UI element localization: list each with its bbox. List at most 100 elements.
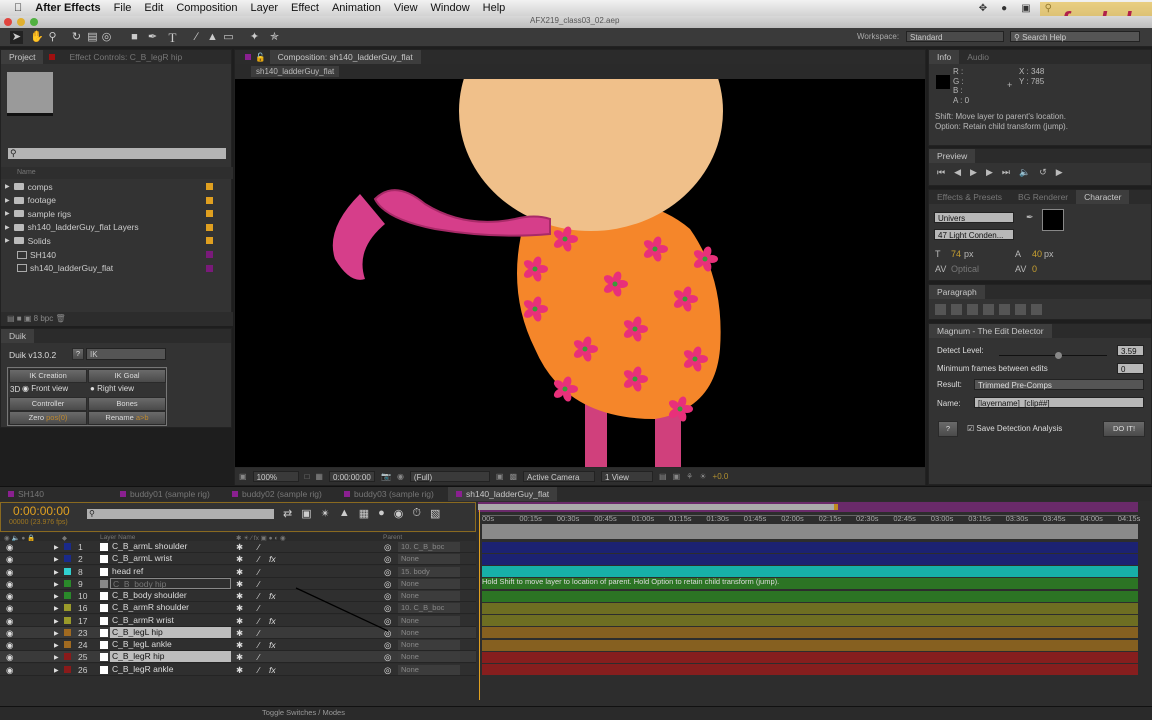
pen-tool-icon[interactable]: ✒: [146, 31, 159, 44]
timeline-tab[interactable]: buddy02 (sample rig): [224, 487, 336, 501]
label-color[interactable]: [206, 251, 213, 258]
next-frame-icon[interactable]: ▶: [986, 167, 993, 178]
comp-viewer-canvas[interactable]: [235, 79, 925, 467]
shy-switch-icon[interactable]: ✱: [236, 567, 243, 578]
label-color[interactable]: [64, 665, 71, 673]
parent-dropdown[interactable]: None: [398, 664, 460, 675]
workspace-dropdown[interactable]: Standard: [906, 31, 1004, 42]
timeline-tab[interactable]: sh140_ladderGuy_flat: [448, 487, 558, 501]
fast-previews-icon[interactable]: ▣: [496, 472, 504, 481]
twirl-triangle-icon[interactable]: ▶: [54, 581, 59, 588]
shy-switch-icon[interactable]: ✱: [236, 542, 243, 553]
justify-right-icon[interactable]: [1015, 304, 1026, 315]
shy-switch-icon[interactable]: ✱: [236, 640, 243, 651]
minimize-window-button[interactable]: [17, 18, 25, 26]
parent-dropdown[interactable]: None: [398, 640, 460, 650]
layer-duration-bar[interactable]: [482, 602, 1138, 614]
visibility-eye-icon[interactable]: ◉: [6, 579, 13, 590]
new-folder-icon[interactable]: ■: [17, 314, 22, 323]
quality-switch-icon[interactable]: ∕: [258, 628, 259, 638]
effect-switch-icon[interactable]: fx: [269, 554, 276, 564]
layer-duration-bar[interactable]: [482, 590, 1138, 602]
twirl-triangle-icon[interactable]: ▶: [54, 569, 59, 576]
quality-switch-icon[interactable]: ∕: [258, 542, 259, 552]
toggle-switches-modes-button[interactable]: Toggle Switches / Modes: [262, 708, 345, 717]
selection-tool-icon[interactable]: ➤: [10, 31, 23, 44]
visibility-eye-icon[interactable]: ◉: [6, 591, 13, 602]
layer-row[interactable]: ◉ ▶ 2 C_B_armL wrist ✱ ∕ fx ◎ None: [0, 553, 476, 566]
timeline-search-input[interactable]: ⚲: [87, 509, 274, 519]
first-frame-icon[interactable]: ⏮: [937, 167, 945, 178]
right-view-radio[interactable]: ● Right view: [90, 384, 134, 393]
kerning-value[interactable]: Optical: [951, 264, 979, 274]
label-color[interactable]: [206, 183, 213, 190]
twirl-triangle-icon[interactable]: ▶: [54, 667, 59, 674]
label-color[interactable]: [64, 567, 71, 575]
label-color[interactable]: [64, 653, 71, 661]
shy-switch-icon[interactable]: ✱: [236, 579, 243, 590]
visibility-eye-icon[interactable]: ◉: [6, 603, 13, 614]
tab-preview[interactable]: Preview: [929, 149, 976, 163]
layer-duration-bar[interactable]: [482, 541, 1138, 553]
effect-switch-icon[interactable]: fx: [269, 665, 276, 675]
justify-all-icon[interactable]: [1031, 304, 1042, 315]
roto-brush-tool-icon[interactable]: ✦: [248, 31, 261, 44]
ram-preview-icon[interactable]: ▶: [1056, 167, 1063, 178]
flowchart-icon[interactable]: ⚘: [686, 472, 693, 481]
time-navigator[interactable]: [482, 524, 1138, 539]
column-layer-name[interactable]: Layer Name: [100, 534, 135, 541]
label-color[interactable]: [64, 616, 71, 624]
parent-dropdown[interactable]: 15. body: [398, 566, 460, 577]
shy-switch-icon[interactable]: ✱: [236, 591, 243, 602]
pickwhip-icon[interactable]: ◎: [384, 628, 391, 639]
transparency-grid-icon[interactable]: ▩: [509, 472, 517, 481]
eraser-tool-icon[interactable]: ▭: [222, 31, 235, 44]
label-color[interactable]: [206, 264, 213, 272]
twirl-triangle-icon[interactable]: ▶: [54, 654, 59, 661]
type-tool-icon[interactable]: T: [166, 31, 179, 44]
project-item[interactable]: ▶ sh140_ladderGuy_flat Layers: [1, 221, 219, 234]
layer-duration-bar[interactable]: [482, 615, 1138, 626]
rename-button[interactable]: Rename a>b: [88, 411, 166, 425]
interpret-footage-icon[interactable]: ▤: [7, 314, 15, 323]
tab-character[interactable]: Character: [1076, 190, 1130, 204]
shy-switch-icon[interactable]: ✱: [236, 554, 243, 565]
loop-icon[interactable]: ↺: [1039, 167, 1047, 178]
layer-name[interactable]: C_B_legR ankle: [110, 664, 231, 675]
pickwhip-icon[interactable]: ◎: [384, 616, 391, 627]
visibility-eye-icon[interactable]: ◉: [6, 554, 13, 565]
twirl-triangle-icon[interactable]: ▶: [54, 618, 59, 625]
pickwhip-icon[interactable]: ◎: [384, 603, 391, 614]
controller-button[interactable]: Controller: [9, 397, 87, 411]
magnum-help-button[interactable]: ?: [938, 421, 958, 437]
parent-dropdown[interactable]: None: [398, 578, 460, 589]
project-item[interactable]: ▶ sample rigs: [1, 207, 219, 220]
trash-icon[interactable]: 🗑: [55, 314, 65, 323]
shy-switch-icon[interactable]: ✱: [236, 628, 243, 639]
region-of-interest-icon[interactable]: ▦: [315, 472, 323, 481]
menu-layer[interactable]: Layer: [251, 2, 279, 14]
quality-switch-icon[interactable]: ∕: [258, 567, 259, 577]
color-channels-icon[interactable]: ◉: [397, 472, 404, 481]
stopwatch-icon[interactable]: ⏱: [412, 507, 421, 520]
pickwhip-icon[interactable]: ◎: [384, 542, 391, 553]
menu-edit[interactable]: Edit: [144, 2, 163, 14]
resolution-dropdown[interactable]: (Full): [409, 471, 490, 482]
layer-row[interactable]: ◉ ▶ 1 C_B_armL shoulder ✱ ∕ ◎ 10. C_B_boc: [0, 541, 476, 553]
status-icon[interactable]: ▣: [1021, 3, 1030, 14]
quality-switch-icon[interactable]: ∕: [258, 603, 259, 613]
menu-window[interactable]: Window: [431, 2, 470, 14]
visibility-eye-icon[interactable]: ◉: [6, 542, 13, 553]
tab-effects-presets[interactable]: Effects & Presets: [929, 190, 1010, 204]
disclosure-triangle-icon[interactable]: ▶: [5, 210, 10, 217]
work-area-bar[interactable]: [478, 502, 1138, 512]
pickwhip-icon[interactable]: ◎: [384, 640, 391, 651]
live-update-icon[interactable]: ▣: [301, 507, 311, 520]
layer-row[interactable]: ◉ ▶ 25 C_B_legR hip ✱ ∕ ◎ None: [0, 651, 476, 664]
tab-duik[interactable]: Duik: [1, 329, 35, 343]
twirl-triangle-icon[interactable]: ▶: [54, 605, 59, 612]
layer-row[interactable]: ◉ ▶ 8 head ref ✱ ∕ ◎ 15. body: [0, 565, 476, 578]
bit-depth-button[interactable]: 8 bpc: [34, 314, 54, 323]
visibility-eye-icon[interactable]: ◉: [6, 640, 13, 651]
twirl-triangle-icon[interactable]: ▶: [54, 630, 59, 637]
